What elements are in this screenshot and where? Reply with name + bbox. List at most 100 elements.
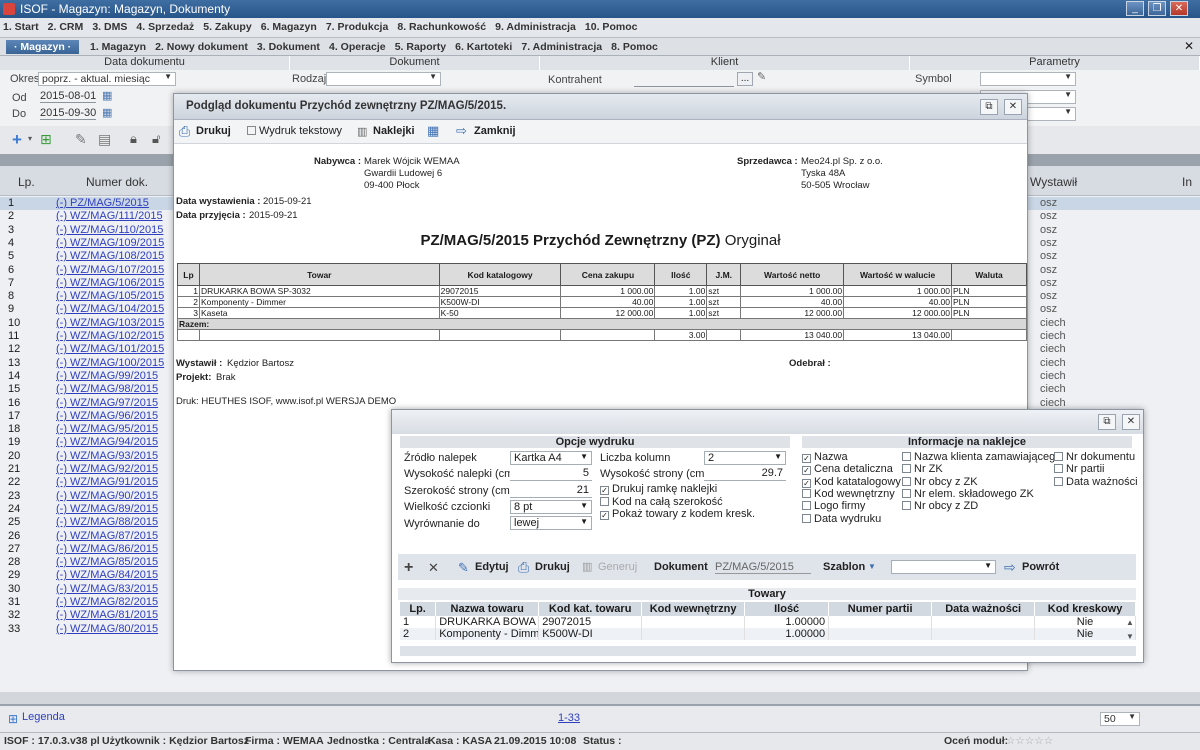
legend-link[interactable]: Legenda [22, 711, 65, 723]
towary-col-header[interactable]: Kod kat. towaru [538, 602, 643, 616]
close-icon[interactable]: ✕ [1004, 99, 1022, 115]
module-menu-item[interactable]: 5. Raporty [395, 41, 446, 53]
lock-icon[interactable]: 🔒︎ [130, 131, 137, 147]
menu-sprzedaz[interactable]: 4. Sprzedaż [133, 18, 197, 33]
print-button[interactable]: Drukuj [196, 125, 231, 137]
add-icon[interactable]: + [404, 559, 413, 577]
document-link[interactable]: (-) WZ/MAG/107/2015 [56, 264, 164, 276]
horizontal-scrollbar[interactable] [0, 692, 1200, 704]
module-menu-item[interactable]: 2. Nowy dokument [155, 41, 248, 53]
document-link[interactable]: (-) WZ/MAG/83/2015 [56, 583, 158, 595]
document-link[interactable]: (-) WZ/MAG/84/2015 [56, 569, 158, 581]
minimize-icon[interactable]: _ [1126, 1, 1144, 16]
document-link[interactable]: (-) WZ/MAG/89/2015 [56, 503, 158, 515]
document-link[interactable]: (-) WZ/MAG/106/2015 [56, 277, 164, 289]
col-in[interactable]: In [1182, 175, 1192, 189]
checkbox-box[interactable] [802, 501, 811, 511]
delete-icon[interactable]: ✕ [428, 560, 439, 576]
checkbox-box[interactable] [902, 476, 911, 486]
generate-button[interactable]: Generuj [598, 561, 637, 573]
page-range-link[interactable]: 1-33 [558, 712, 580, 724]
unlock-icon[interactable]: 🔓︎ [152, 131, 160, 147]
col-wystawil[interactable]: Wystawił [1030, 175, 1077, 189]
towary-row[interactable]: 1DRUKARKA BOWA SP29072015 1.00000 Nie [400, 616, 1136, 628]
restore-icon[interactable]: ❐ [1148, 1, 1166, 16]
info-checkbox[interactable]: Nr partii [1054, 463, 1105, 475]
document-link[interactable]: (-) WZ/MAG/81/2015 [56, 609, 158, 621]
document-link[interactable]: (-) WZ/MAG/87/2015 [56, 530, 158, 542]
text-print-checkbox[interactable]: Wydruk tekstowy [247, 125, 342, 137]
document-link[interactable]: (-) WZ/MAG/108/2015 [56, 250, 164, 262]
document-link[interactable]: (-) WZ/MAG/86/2015 [56, 543, 158, 555]
checkbox-box[interactable] [1054, 476, 1063, 486]
szer-strony-input[interactable]: 21 [510, 484, 592, 498]
document-link[interactable]: (-) WZ/MAG/109/2015 [56, 237, 164, 249]
import-icon[interactable]: ⊞ [40, 131, 52, 148]
document-link[interactable]: (-) WZ/MAG/97/2015 [56, 397, 158, 409]
checkbox-box[interactable] [1054, 452, 1063, 461]
print-icon[interactable]: ⎙ [179, 123, 190, 140]
document-link[interactable]: (-) WZ/MAG/90/2015 [56, 490, 158, 502]
towary-col-header[interactable]: Numer partii [828, 602, 933, 616]
module-menu-item[interactable]: 3. Dokument [257, 41, 320, 53]
module-menu-item[interactable]: 6. Kartoteki [455, 41, 512, 53]
drukuj-ramke-checkbox[interactable]: ✓ Drukuj ramkę naklejki [600, 483, 717, 495]
document-link[interactable]: (-) WZ/MAG/101/2015 [56, 343, 164, 355]
info-checkbox[interactable]: ✓ Nazwa [802, 451, 848, 463]
document-link[interactable]: (-) WZ/MAG/104/2015 [56, 303, 164, 315]
wys-strony-input[interactable]: 29.7 [704, 467, 786, 481]
document-link[interactable]: (-) WZ/MAG/95/2015 [56, 423, 158, 435]
back-button[interactable]: Powrót [1022, 561, 1059, 573]
col-numer-dok[interactable]: Numer dok. [86, 175, 148, 189]
module-menu-item[interactable]: 1. Magazyn [90, 41, 146, 53]
checkbox-box[interactable] [902, 488, 911, 498]
chevron-down-icon[interactable]: ▾ [28, 134, 32, 143]
szablon-select[interactable]: ▼ [891, 560, 996, 574]
document-link[interactable]: (-) WZ/MAG/94/2015 [56, 436, 158, 448]
document-link[interactable]: (-) PZ/MAG/5/2015 [56, 197, 149, 209]
document-link[interactable]: (-) WZ/MAG/93/2015 [56, 450, 158, 462]
document-link[interactable]: (-) WZ/MAG/98/2015 [56, 383, 158, 395]
calendar-icon[interactable]: ▦ [102, 89, 112, 102]
close-module-icon[interactable]: ✕ [1184, 39, 1194, 53]
towary-col-header[interactable]: Ilość [744, 602, 830, 616]
towary-col-header[interactable]: Lp. [400, 602, 437, 616]
towary-col-header[interactable]: Kod wewnętrzny [641, 602, 746, 616]
checkbox-box[interactable]: ✓ [802, 478, 811, 488]
okres-select[interactable]: poprz. - aktual. miesiąc ▼ [38, 72, 176, 86]
checkbox-box[interactable]: ✓ [802, 454, 811, 463]
checkbox-box[interactable]: ✓ [802, 466, 811, 476]
module-tag[interactable]: · Magazyn · [6, 40, 80, 54]
menu-administracja[interactable]: 9. Administracja [492, 18, 579, 33]
edit-icon[interactable]: ✎ [75, 131, 87, 148]
document-link[interactable]: (-) WZ/MAG/111/2015 [56, 210, 163, 222]
towary-col-header[interactable]: Kod kreskowy [1034, 602, 1136, 616]
document-link[interactable]: (-) WZ/MAG/91/2015 [56, 476, 158, 488]
rating-stars[interactable]: ☆☆☆☆☆ [1006, 735, 1053, 747]
towary-scrollbar[interactable] [400, 646, 1136, 656]
close-icon[interactable]: ✕ [1122, 414, 1140, 430]
per-page-select[interactable]: 50 ▼ [1100, 712, 1140, 726]
document-link[interactable]: (-) WZ/MAG/82/2015 [56, 596, 158, 608]
towary-col-header[interactable]: Nazwa towaru [435, 602, 540, 616]
kontrahent-browse-button[interactable]: ... [737, 72, 753, 86]
labels-button[interactable]: Naklejki [373, 125, 415, 137]
document-link[interactable]: (-) WZ/MAG/103/2015 [56, 317, 164, 329]
od-date[interactable]: 2015-08-01 [40, 90, 97, 103]
checkbox-box[interactable] [902, 501, 911, 511]
menu-produkcja[interactable]: 7. Produkcja [323, 18, 391, 33]
scroll-down-icon[interactable]: ▼ [1126, 632, 1134, 641]
document-link[interactable]: (-) WZ/MAG/100/2015 [56, 357, 164, 369]
checkbox-box[interactable] [902, 464, 911, 474]
info-checkbox[interactable]: ✓ Cena detaliczna [802, 463, 893, 476]
info-checkbox[interactable]: Nr obcy z ZK [902, 476, 978, 488]
info-checkbox[interactable]: Nr ZK [902, 463, 943, 475]
checkbox-box[interactable] [1054, 464, 1063, 474]
kolumn-select[interactable]: 2 ▼ [704, 451, 786, 465]
pokaz-towary-checkbox[interactable]: ✓ Pokaż towary z kodem kresk. [600, 508, 755, 520]
menu-zakupy[interactable]: 5. Zakupy [200, 18, 254, 33]
document-link[interactable]: (-) WZ/MAG/99/2015 [56, 370, 158, 382]
checkbox-box[interactable] [902, 452, 911, 461]
info-checkbox[interactable]: Data wydruku [802, 513, 881, 525]
popout-icon[interactable]: ⧉ [980, 99, 998, 115]
